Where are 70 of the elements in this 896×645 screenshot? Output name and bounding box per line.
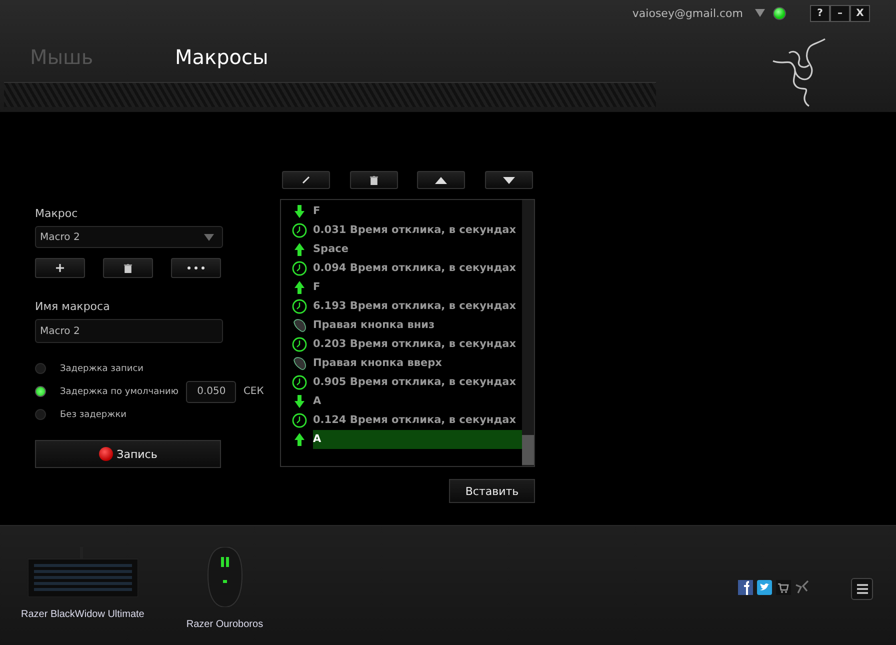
clock-icon: [292, 223, 307, 238]
event-text[interactable]: 0.124 Время отклика, в секундах: [313, 411, 522, 430]
device-name[interactable]: Razer BlackWidow Ultimate: [21, 609, 144, 620]
more-dots-icon: [187, 266, 205, 270]
down-arrow-icon: [292, 205, 307, 218]
up-arrow-icon: [292, 243, 307, 256]
window-button[interactable]: X: [850, 4, 870, 22]
cart-icon[interactable]: [776, 580, 791, 595]
event-text[interactable]: 0.905 Время отклика, в секундах: [313, 373, 522, 392]
bird-icon[interactable]: [757, 580, 772, 595]
window-button[interactable]: ?: [810, 4, 830, 22]
event-text[interactable]: Правая кнопка вниз: [313, 316, 522, 335]
menu-button[interactable]: [851, 578, 873, 600]
radio-label: Задержка записи: [60, 364, 144, 374]
pencil-icon: [302, 176, 310, 184]
clock-icon: [292, 413, 307, 428]
clock-icon: [292, 375, 307, 390]
account-email[interactable]: vaiosey@gmail.com: [632, 6, 743, 20]
up-triangle-icon: [435, 176, 448, 184]
mouse-icon: [292, 318, 307, 333]
delete-button[interactable]: [103, 258, 153, 278]
facebook-icon[interactable]: [738, 580, 753, 595]
radio-button[interactable]: [35, 386, 46, 397]
clock-icon: [292, 261, 307, 276]
macro-label: Макрос: [35, 207, 79, 220]
macro-name-field[interactable]: Macro 2: [35, 319, 223, 343]
scrollbar[interactable]: [522, 200, 534, 466]
event-text[interactable]: 6.193 Время отклика, в секундах: [313, 297, 522, 316]
down-triangle-icon: [502, 176, 515, 184]
trash-icon: [370, 176, 378, 184]
tab[interactable]: Макросы: [175, 45, 320, 69]
event-text[interactable]: F: [313, 202, 522, 221]
more-button[interactable]: [171, 258, 221, 278]
clock-icon: [292, 299, 307, 314]
event-text[interactable]: A: [313, 430, 522, 449]
up-arrow-icon: [292, 433, 307, 446]
trash-icon: [124, 264, 132, 272]
event-text[interactable]: A: [313, 392, 522, 411]
caret-icon[interactable]: [755, 9, 765, 17]
mouse-icon[interactable]: [206, 547, 243, 607]
dropdown-caret-icon: [204, 234, 214, 240]
clock-icon: [292, 337, 307, 352]
device-name[interactable]: Razer Ouroboros: [186, 619, 264, 630]
event-text[interactable]: F: [313, 278, 522, 297]
radio-button[interactable]: [35, 409, 46, 420]
event-text[interactable]: 0.031 Время отклика, в секундах: [313, 221, 522, 240]
radio-label: Задержка по умолчанию: [60, 386, 178, 396]
macro-name-label: Имя макроса: [35, 300, 111, 313]
menu-icon: [856, 584, 868, 594]
down-arrow-icon: [292, 395, 307, 408]
macro-dropdown[interactable]: Macro 2: [35, 226, 223, 248]
plus-icon: [56, 264, 64, 272]
delay-field[interactable]: 0.050: [186, 380, 236, 402]
event-text[interactable]: Правая кнопка вверх: [313, 354, 522, 373]
up-arrow-icon: [292, 281, 307, 294]
delete-button[interactable]: [350, 171, 398, 189]
record-button[interactable]: Запись: [35, 440, 221, 468]
snake-logo-icon[interactable]: [795, 580, 809, 595]
event-text[interactable]: Space: [313, 240, 522, 259]
event-text[interactable]: 0.203 Время отклика, в секундах: [313, 335, 522, 354]
event-text[interactable]: 0.094 Время отклика, в секундах: [313, 259, 522, 278]
mouse-icon: [292, 356, 307, 371]
window-button[interactable]: –: [830, 4, 850, 22]
add-button[interactable]: [35, 258, 85, 278]
insert-button[interactable]: Вставить: [449, 479, 535, 503]
radio-label: Без задержки: [60, 410, 127, 420]
move-down-button[interactable]: [484, 171, 533, 189]
delay-unit: СЕК: [243, 386, 264, 397]
move-up-button[interactable]: [417, 171, 466, 189]
radio-button[interactable]: [35, 363, 46, 374]
